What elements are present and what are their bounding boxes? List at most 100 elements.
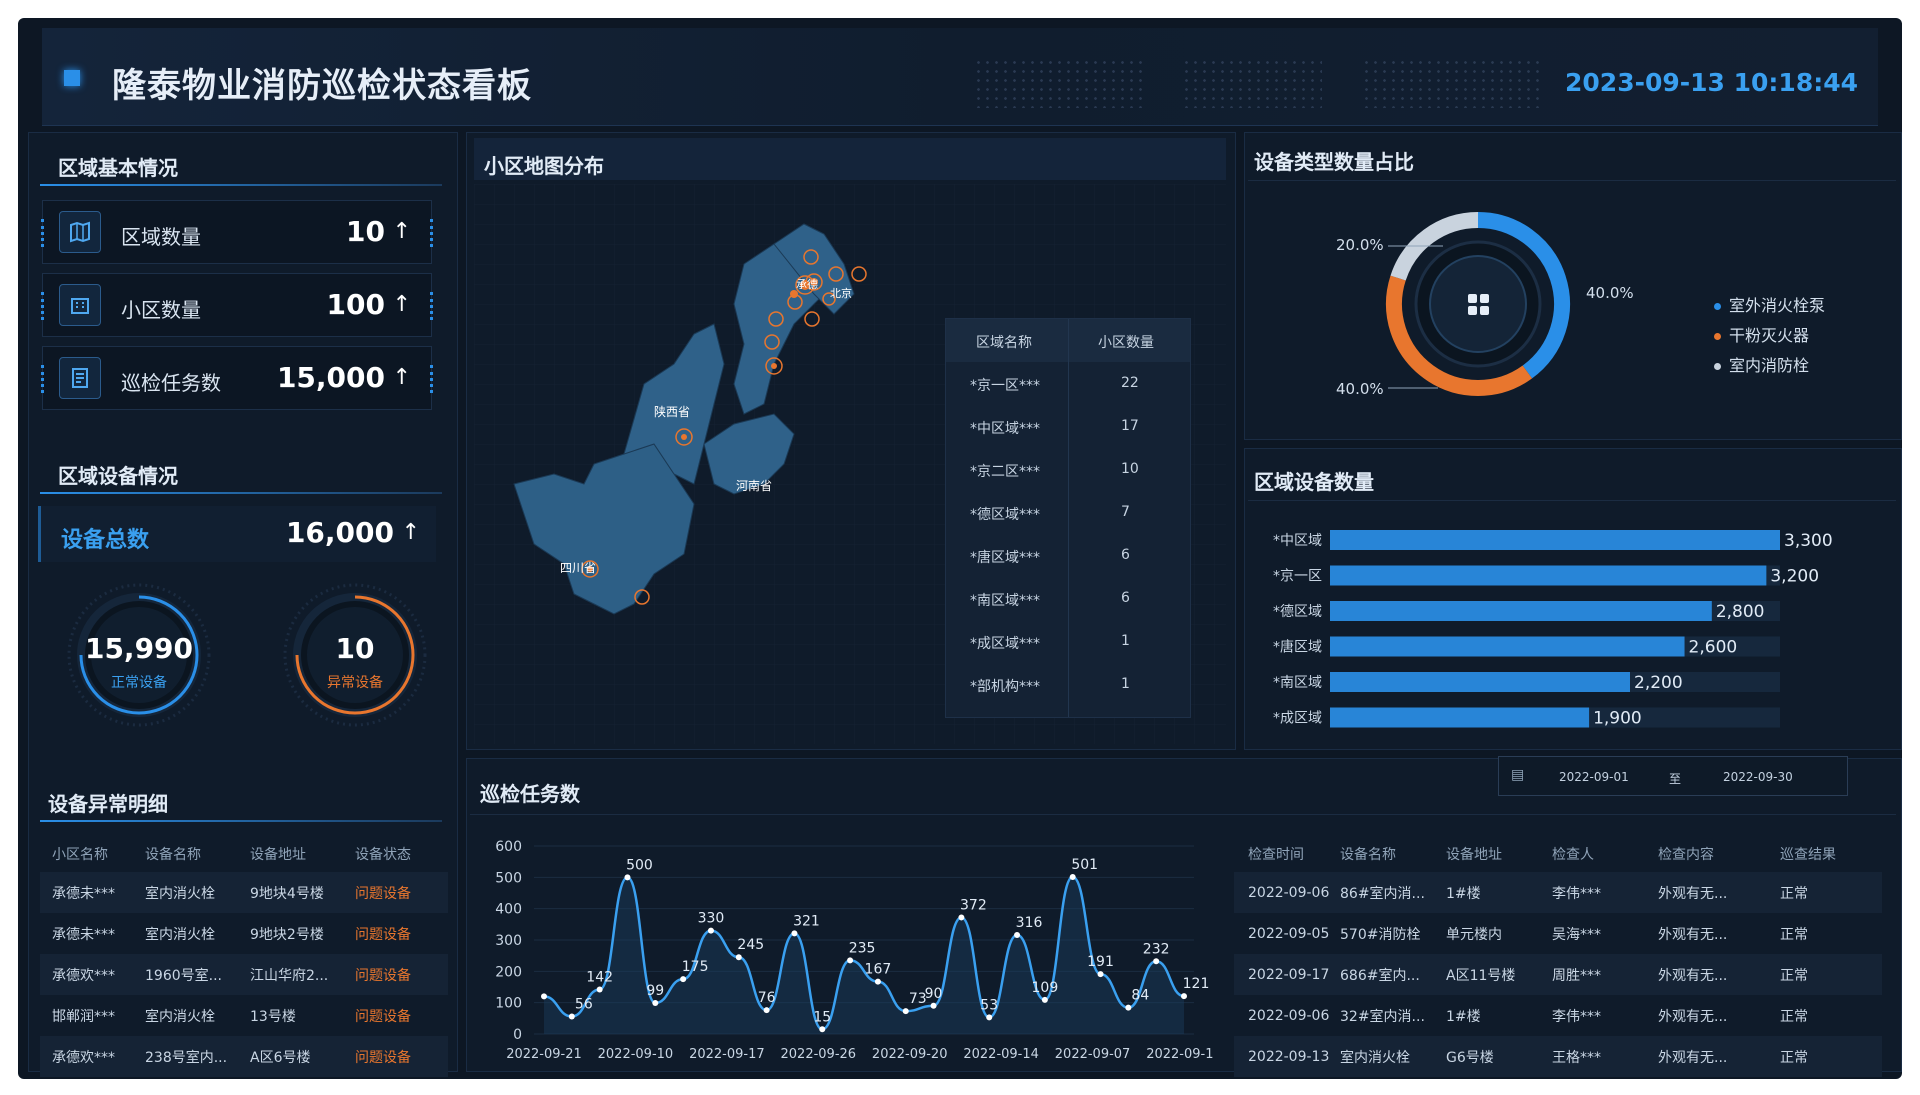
bar-category-label: *中区域 (1273, 533, 1322, 549)
date-separator: 至 (1669, 772, 1682, 786)
header-bar: 隆泰物业消防巡检状态看板 2023-09-13 10:18:44 (42, 28, 1878, 126)
line-point (847, 957, 854, 964)
table-cell: 问题设备 (355, 926, 411, 943)
column-header: 检查时间 (1248, 847, 1304, 863)
column-header: 检查人 (1552, 847, 1594, 863)
header-decoration (1362, 58, 1542, 108)
stat-region-count: 区域数量 10 ↑ (41, 200, 433, 264)
line-point (986, 1014, 993, 1021)
y-tick-label: 0 (513, 1027, 522, 1043)
region-devices-bar-chart: *中区域 3,300 *京一区 3,200 *德区域 2,800 *唐区域 2,600 *南区域… (1273, 530, 1833, 729)
table-cell: 承德未*** (52, 885, 115, 902)
table-row[interactable]: 承德欢*** 238号室内... A区6号楼 问题设备 (40, 1036, 448, 1077)
line-point (902, 1008, 909, 1015)
bar (1330, 707, 1590, 728)
table-cell: 问题设备 (355, 1008, 411, 1025)
column-header: 检查内容 (1658, 847, 1714, 863)
table-cell: 问题设备 (355, 967, 411, 984)
line-point (791, 930, 798, 937)
up-arrow-icon: ↑ (392, 365, 411, 390)
table-row[interactable]: 承德欢*** 1960号室... 江山华府2... 问题设备 (40, 954, 448, 995)
building-icon (59, 284, 101, 326)
title-marker-icon (64, 70, 80, 86)
table-cell: G6号楼 (1446, 1049, 1494, 1066)
line-point (596, 986, 603, 993)
line-point (1014, 931, 1021, 938)
data-label: 316 (1016, 915, 1043, 931)
column-divider (1068, 319, 1069, 717)
bar (1330, 601, 1712, 621)
table-cell: 室内消火栓 (145, 1008, 215, 1025)
data-label: 84 (1131, 988, 1149, 1004)
table-cell: 单元楼内 (1446, 926, 1502, 943)
region-devices-title: 区域设备数量 (1254, 470, 1374, 494)
title-underline (470, 814, 1896, 815)
stat-label: 区域数量 (121, 225, 201, 249)
bar (1330, 565, 1767, 586)
device-total-value: 16,000 (285, 516, 394, 549)
line-point (1181, 993, 1187, 1000)
stat-label: 巡检任务数 (121, 371, 221, 395)
table-cell: 外观有无... (1658, 885, 1728, 902)
anomaly-table: 小区名称 设备名称 设备地址 设备状态 承德未*** 室内消火栓 9地块4号楼 问题设… (40, 836, 448, 1077)
legend-item: 室外消火栓泵 (1714, 292, 1825, 316)
title-underline (40, 492, 442, 494)
table-row[interactable]: 2022-09-06 86#室内消... 1#楼 李伟*** 外观有无... 正常 (1234, 872, 1882, 913)
donut-label-40-orange: 40.0% (1336, 380, 1384, 398)
table-cell: 问题设备 (355, 1049, 411, 1066)
region-name: *成区域*** (970, 636, 1040, 652)
title-underline (40, 184, 442, 186)
data-label: 15 (813, 1009, 831, 1025)
stat-value: 10 (346, 215, 385, 248)
data-label: 245 (737, 937, 764, 953)
table-row[interactable]: 承德未*** 室内消火栓 9地块4号楼 问题设备 (40, 872, 448, 913)
table-cell: 邯郸润*** (52, 1008, 115, 1025)
card-edge (41, 365, 44, 393)
table-header-row: 小区名称 设备名称 设备地址 设备状态 (40, 836, 448, 872)
table-cell: 1#楼 (1446, 885, 1481, 902)
calendar-icon: ▤ (1511, 767, 1525, 783)
data-label: 90 (925, 986, 943, 1002)
map-label-henan: 河南省 (736, 478, 772, 493)
anomaly-title: 设备异常明细 (48, 792, 168, 816)
legend-label: 室外消火栓泵 (1729, 296, 1826, 315)
date-from[interactable]: 2022-09-01 (1559, 770, 1629, 784)
region-name: *唐区域*** (970, 550, 1040, 566)
datetime-display: 2023-09-13 10:18:44 (1565, 68, 1858, 97)
bar-value-label: 3,200 (1770, 567, 1819, 587)
table-row[interactable]: 2022-09-17 686#室内... A区11号楼 周胜*** 外观有无... 正常 (1234, 954, 1882, 995)
table-cell: 吴海*** (1552, 926, 1601, 943)
table-cell: 238号室内... (145, 1049, 228, 1066)
table-row[interactable]: 邯郸润*** 室内消火栓 13号楼 问题设备 (40, 995, 448, 1036)
legend-item: 干粉灭火器 (1714, 322, 1809, 346)
column-header: 区域名称 (976, 335, 1032, 351)
stat-value: 15,000 (276, 361, 385, 394)
community-count: 6 (1121, 590, 1130, 606)
table-cell: 9地块4号楼 (250, 885, 324, 902)
y-tick-label: 300 (495, 933, 522, 949)
date-to[interactable]: 2022-09-30 (1723, 770, 1793, 784)
legend-label: 干粉灭火器 (1729, 326, 1810, 345)
table-cell: 正常 (1780, 1049, 1808, 1066)
table-row[interactable]: 承德未*** 室内消火栓 9地块2号楼 问题设备 (40, 913, 448, 954)
community-count: 7 (1121, 504, 1130, 520)
data-label: 56 (575, 996, 593, 1012)
x-tick-label: 2022-09-14 (963, 1047, 1039, 1062)
line-point (874, 978, 881, 985)
column-header: 小区数量 (1098, 335, 1154, 351)
normal-device-label: 正常设备 (111, 675, 167, 691)
community-count: 6 (1121, 547, 1130, 563)
table-row[interactable]: 2022-09-06 32#室内消... 1#楼 李伟*** 外观有无... 正常 (1234, 995, 1882, 1036)
donut-label-40-blue: 40.0% (1586, 284, 1634, 302)
bar-value-label: 3,300 (1784, 531, 1833, 551)
region-name: *京一区*** (970, 378, 1040, 394)
header-decoration (1182, 58, 1322, 108)
table-row[interactable]: 2022-09-05 570#消防栓 单元楼内 吴海*** 外观有无... 正常 (1234, 913, 1882, 954)
map-label-hebei: 承德 (796, 277, 818, 291)
date-range-picker[interactable]: ▤ 2022-09-01 至 2022-09-30 (1498, 756, 1848, 796)
bar-category-label: *京一区 (1273, 569, 1322, 585)
table-cell: 承德未*** (52, 926, 115, 943)
table-cell: 正常 (1780, 926, 1808, 943)
table-row[interactable]: 2022-09-13 室内消火栓 G6号楼 王格*** 外观有无... 正常 (1234, 1036, 1882, 1077)
table-cell: 9地块2号楼 (250, 926, 324, 943)
